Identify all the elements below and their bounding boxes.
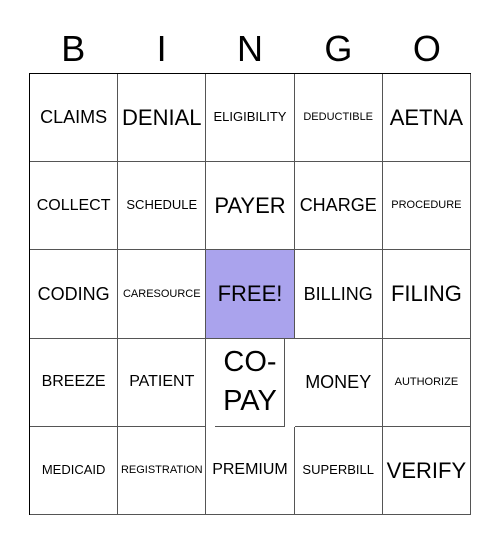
bingo-cell[interactable]: PATIENT <box>118 338 207 427</box>
bingo-cell[interactable]: DENIAL <box>118 74 207 163</box>
bingo-cell[interactable]: PREMIUM <box>206 426 295 515</box>
bingo-cell[interactable]: BREEZE <box>30 338 119 427</box>
bingo-cell[interactable]: SCHEDULE <box>118 162 207 251</box>
bingo-cell[interactable]: CLAIMS <box>30 74 119 163</box>
bingo-cell[interactable]: REGISTRATION <box>118 426 207 515</box>
free-space-cell[interactable]: FREE! <box>206 250 295 339</box>
header-letter-b: B <box>61 28 86 69</box>
bingo-cell[interactable]: MONEY <box>294 338 383 427</box>
header-letter-n: N <box>237 28 264 69</box>
header-letter-o: O <box>412 28 441 69</box>
bingo-cell[interactable]: SUPERBILL <box>294 426 383 515</box>
bingo-cell[interactable]: CHARGE <box>294 162 383 251</box>
bingo-cell[interactable]: CODING <box>30 250 119 339</box>
bingo-cell[interactable]: DEDUCTIBLE <box>294 74 383 163</box>
bingo-cell[interactable]: CARESOURCE <box>118 250 207 339</box>
bingo-cell[interactable]: CO-PAY <box>215 338 286 427</box>
bingo-cell[interactable]: MEDICAID <box>30 426 119 515</box>
bingo-cell[interactable]: BILLING <box>294 250 383 339</box>
bingo-grid: CLAIMS DENIAL ELIGIBILITY DEDUCTIBLE AETNA CO… <box>29 73 471 515</box>
header-letter-g: G <box>324 28 353 69</box>
bingo-cell[interactable]: AUTHORIZE <box>382 338 471 427</box>
bingo-cell[interactable]: ELIGIBILITY <box>206 74 295 163</box>
bingo-cell[interactable]: PROCEDURE <box>382 162 471 251</box>
bingo-cell[interactable]: VERIFY <box>382 426 471 515</box>
bingo-header: B I N G O <box>29 24 471 74</box>
bingo-cell[interactable]: PAYER <box>206 162 295 251</box>
bingo-cell[interactable]: COLLECT <box>30 162 119 251</box>
bingo-cell[interactable]: FILING <box>382 250 471 339</box>
bingo-cell[interactable]: AETNA <box>382 74 471 163</box>
header-letter-i: I <box>156 28 167 69</box>
